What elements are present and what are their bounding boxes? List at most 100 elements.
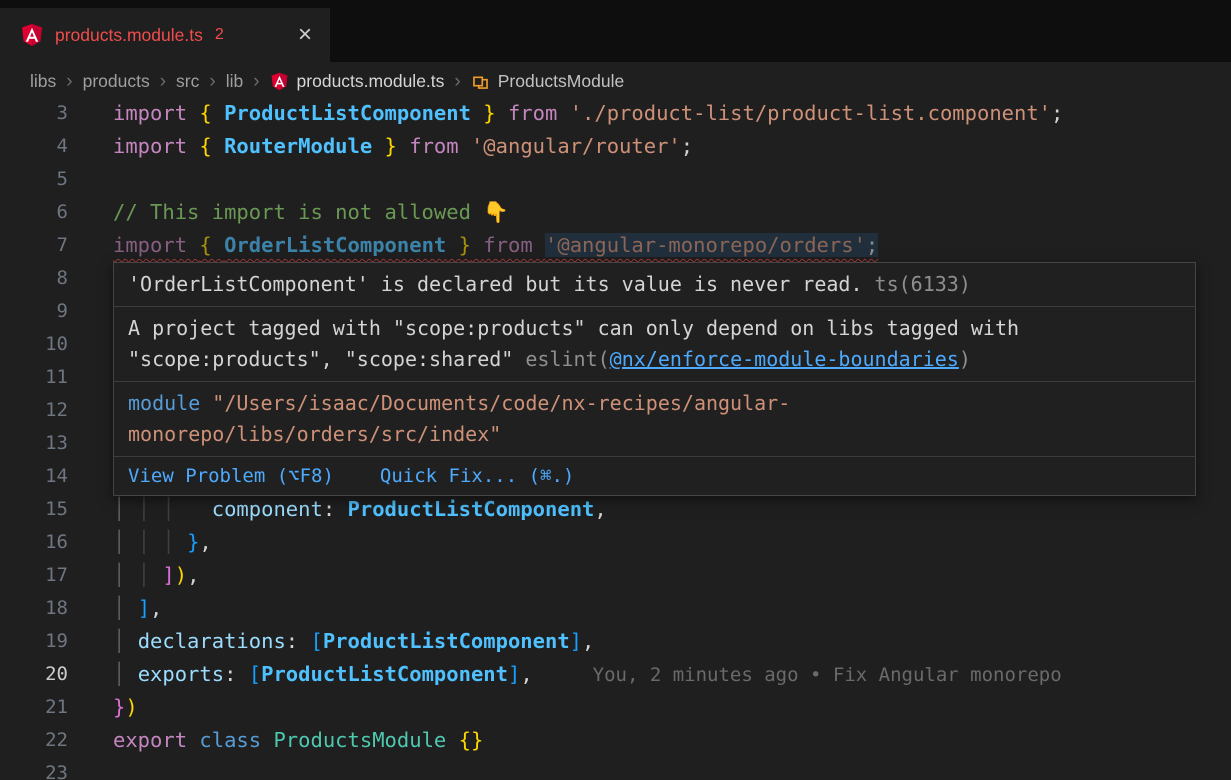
line-number[interactable]: 19 [0, 625, 68, 658]
editor-tab-bar: products.module.ts 2 × [0, 0, 1231, 62]
code-line-5[interactable]: 5 [0, 163, 1231, 196]
line-number[interactable]: 9 [0, 295, 68, 328]
breadcrumb-item-products[interactable]: products [83, 71, 150, 92]
line-number[interactable]: 15 [0, 493, 68, 526]
angular-icon [270, 72, 289, 91]
code-token: ProductListComponent [323, 629, 570, 653]
code-token: class [199, 728, 273, 752]
code-text: │ │ ]), [113, 559, 199, 592]
breadcrumb-item-src[interactable]: src [176, 71, 199, 92]
code-line-23[interactable]: 23 [0, 757, 1231, 780]
line-number[interactable]: 20 [0, 658, 68, 691]
line-number[interactable]: 23 [0, 757, 68, 780]
code-line-18[interactable]: 18│ ], [0, 592, 1231, 625]
code-token: from [409, 134, 458, 158]
code-line-22[interactable]: 22export class ProductsModule {} [0, 724, 1231, 757]
angular-icon [20, 23, 44, 47]
code-token [397, 134, 409, 158]
hover-message-line: module "/Users/isaac/Documents/code/nx-r… [128, 388, 1181, 419]
hover-message-line: 'OrderListComponent' is declared but its… [128, 269, 1181, 300]
code-token: , [199, 530, 211, 554]
line-number[interactable]: 21 [0, 691, 68, 724]
hover-message: 'OrderListComponent' is declared but its… [114, 263, 1195, 306]
line-number[interactable]: 6 [0, 196, 68, 229]
breadcrumb-item-lib[interactable]: lib [226, 71, 244, 92]
breadcrumb-item-libs[interactable]: libs [30, 71, 56, 92]
tab-filename: products.module.ts [55, 25, 203, 46]
hover-text: eslint( [525, 347, 609, 371]
line-number[interactable]: 8 [0, 262, 68, 295]
line-number[interactable]: 5 [0, 163, 68, 196]
code-token: │ [113, 563, 138, 587]
line-number[interactable]: 17 [0, 559, 68, 592]
code-token: { [199, 134, 224, 158]
line-number[interactable]: 22 [0, 724, 68, 757]
code-line-15[interactable]: 15│ │ │ component: ProductListComponent, [0, 493, 1231, 526]
code-token: } [471, 101, 496, 125]
code-line-20[interactable]: 20│ exports: [ProductListComponent],You,… [0, 658, 1231, 691]
code-token [496, 101, 508, 125]
code-token: exports [138, 662, 224, 686]
code-token: [ [249, 662, 261, 686]
code-token [471, 233, 483, 257]
tab-products-module[interactable]: products.module.ts 2 × [0, 8, 330, 62]
code-line-17[interactable]: 17 │ │ ]), [0, 559, 1231, 592]
line-number[interactable]: 7 [0, 229, 68, 262]
hover-message: A project tagged with "scope:products" c… [114, 306, 1195, 381]
line-number[interactable]: 13 [0, 427, 68, 460]
hover-messages: 'OrderListComponent' is declared but its… [114, 263, 1195, 456]
line-number[interactable]: 4 [0, 130, 68, 163]
code-token: // This import is not allowed [113, 200, 483, 224]
breadcrumb: libs › products › src › lib › products.m… [0, 62, 1231, 101]
code-token: : [323, 497, 348, 521]
hover-message-line: monorepo/libs/orders/src/index" [128, 419, 1181, 450]
hover-text: 'OrderListComponent' is declared but its… [128, 272, 863, 296]
code-token: ) [125, 695, 137, 719]
code-token: import [113, 101, 199, 125]
code-token: ) [175, 563, 187, 587]
code-line-16[interactable]: 16│ │ │ }, [0, 526, 1231, 559]
line-number[interactable]: 11 [0, 361, 68, 394]
line-number[interactable]: 14 [0, 460, 68, 493]
line-number[interactable]: 12 [0, 394, 68, 427]
code-token: '@angular-monorepo/orders' [545, 233, 866, 257]
code-token: │ [113, 629, 138, 653]
code-token: │ [138, 563, 163, 587]
code-token: from [508, 101, 557, 125]
quick-fix-link[interactable]: Quick Fix... (⌘.) [380, 461, 574, 491]
code-text: import { ProductListComponent } from './… [113, 101, 1063, 130]
code-token: } [446, 233, 471, 257]
code-line-4[interactable]: 4import { RouterModule } from '@angular/… [0, 130, 1231, 163]
code-token: ] [508, 662, 520, 686]
code-token: ; [866, 233, 878, 257]
eslint-rule-link[interactable]: @nx/enforce-module-boundaries [610, 347, 959, 371]
breadcrumb-item-file[interactable]: products.module.ts [270, 71, 445, 92]
chevron-right-icon: › [253, 71, 259, 93]
line-number[interactable]: 16 [0, 526, 68, 559]
code-line-3[interactable]: 3 import { ProductListComponent } from '.… [0, 101, 1231, 130]
close-icon[interactable]: × [298, 23, 312, 47]
class-icon [471, 72, 490, 91]
line-number[interactable]: 3 [0, 101, 68, 130]
code-token: , [187, 563, 199, 587]
git-blame-annotation: You, 2 minutes ago • Fix Angular monorep… [593, 664, 1062, 686]
code-token: │ │ [138, 530, 187, 554]
code-token: │ [113, 530, 138, 554]
code-line-19[interactable]: 19│ declarations: [ProductListComponent]… [0, 625, 1231, 658]
code-token: } [372, 134, 397, 158]
code-token: ; [1051, 101, 1063, 125]
tab-problems-badge: 2 [215, 26, 224, 44]
code-token: RouterModule [224, 134, 372, 158]
code-token: ] [570, 629, 582, 653]
code-line-7[interactable]: 7import { OrderListComponent } from '@an… [0, 229, 1231, 262]
code-token: │ [113, 497, 138, 521]
code-token: declarations [138, 629, 286, 653]
code-token: ; [681, 134, 693, 158]
line-number[interactable]: 10 [0, 328, 68, 361]
code-line-21[interactable]: 21}) [0, 691, 1231, 724]
code-token: OrderListComponent [224, 233, 446, 257]
line-number[interactable]: 18 [0, 592, 68, 625]
code-line-6[interactable]: 6// This import is not allowed 👇 [0, 196, 1231, 229]
view-problem-link[interactable]: View Problem (⌥F8) [128, 461, 334, 491]
breadcrumb-item-symbol[interactable]: ProductsModule [471, 71, 624, 92]
